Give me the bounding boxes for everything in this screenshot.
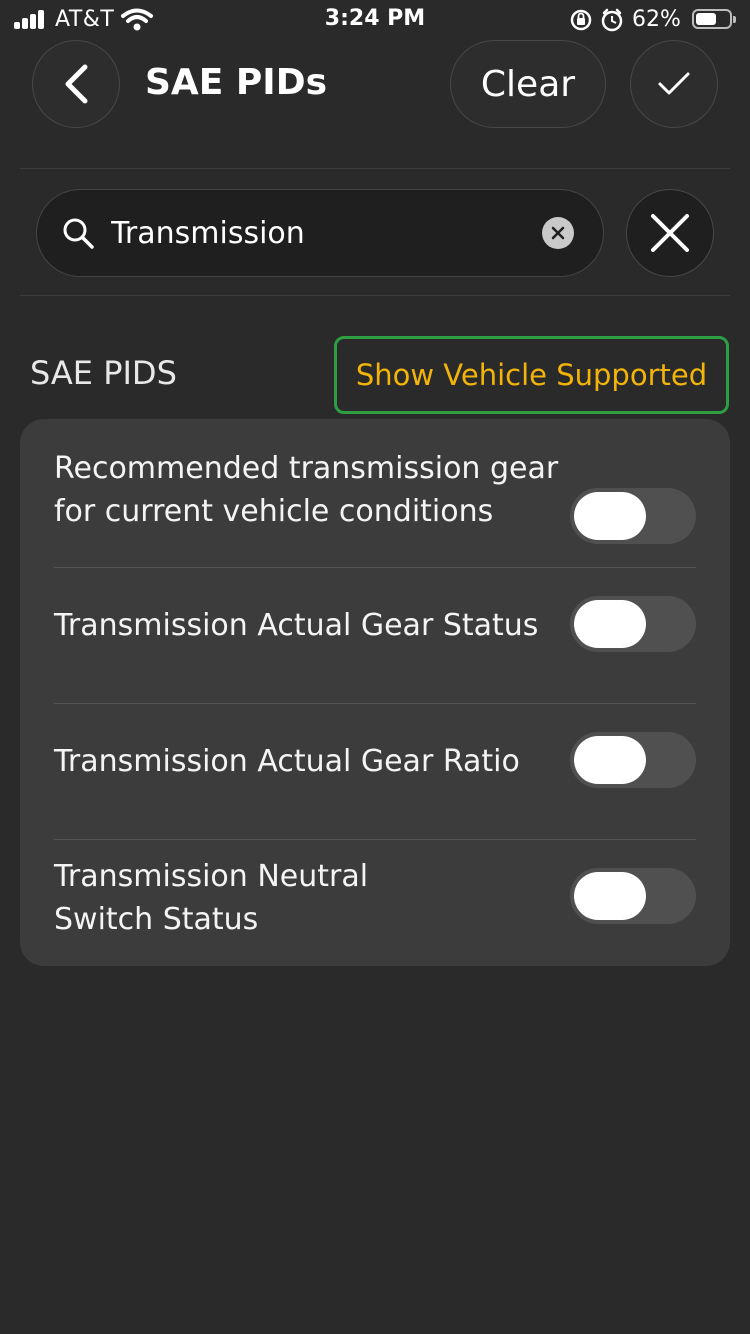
confirm-button[interactable]	[630, 40, 718, 128]
search-icon	[63, 218, 94, 249]
row-divider	[54, 703, 696, 704]
search-input[interactable]	[111, 204, 521, 262]
list-item: Recommended transmission gear for curren…	[54, 447, 696, 559]
battery-percentage: 62%	[632, 7, 681, 32]
pid-toggle[interactable]	[570, 488, 696, 544]
row-divider	[54, 567, 696, 568]
list-item: Transmission Actual Gear Status	[54, 596, 696, 664]
list-item: Transmission Actual Gear Ratio	[54, 732, 696, 800]
clear-search-text-icon[interactable]	[542, 217, 574, 249]
pid-toggle[interactable]	[570, 868, 696, 924]
header-divider	[20, 168, 730, 169]
rotation-lock-and-alarm-icons	[570, 8, 623, 32]
section-title: SAE PIDS	[30, 354, 177, 392]
search-divider	[20, 295, 730, 296]
status-bar: AT&T 3:24 PM 62%	[0, 0, 750, 40]
pid-label: Transmission Actual Gear Ratio	[54, 744, 520, 779]
pid-label: Recommended transmission gear for curren…	[54, 451, 559, 529]
pid-label: Transmission Neutral Switch Status	[54, 859, 369, 937]
close-icon	[651, 214, 689, 252]
pid-list: Recommended transmission gear for curren…	[20, 419, 730, 966]
clear-button[interactable]: Clear	[450, 40, 606, 128]
chevron-left-icon	[65, 64, 88, 104]
pid-label: Transmission Actual Gear Status	[54, 608, 539, 643]
battery-icon	[692, 9, 736, 29]
pid-toggle[interactable]	[570, 596, 696, 652]
row-divider	[54, 839, 696, 840]
screen: AT&T 3:24 PM 62% SAE PIDs Clear Transmis…	[0, 0, 750, 1334]
x-icon	[551, 226, 565, 240]
back-button[interactable]	[32, 40, 120, 128]
search-field[interactable]	[36, 189, 604, 277]
list-item: Transmission Neutral Switch Status	[54, 855, 696, 945]
show-vehicle-supported-button[interactable]: Show Vehicle Supported	[334, 336, 729, 414]
close-search-button[interactable]	[626, 189, 714, 277]
checkmark-icon	[658, 72, 690, 95]
page-title: SAE PIDs	[145, 62, 328, 103]
pid-toggle[interactable]	[570, 732, 696, 788]
